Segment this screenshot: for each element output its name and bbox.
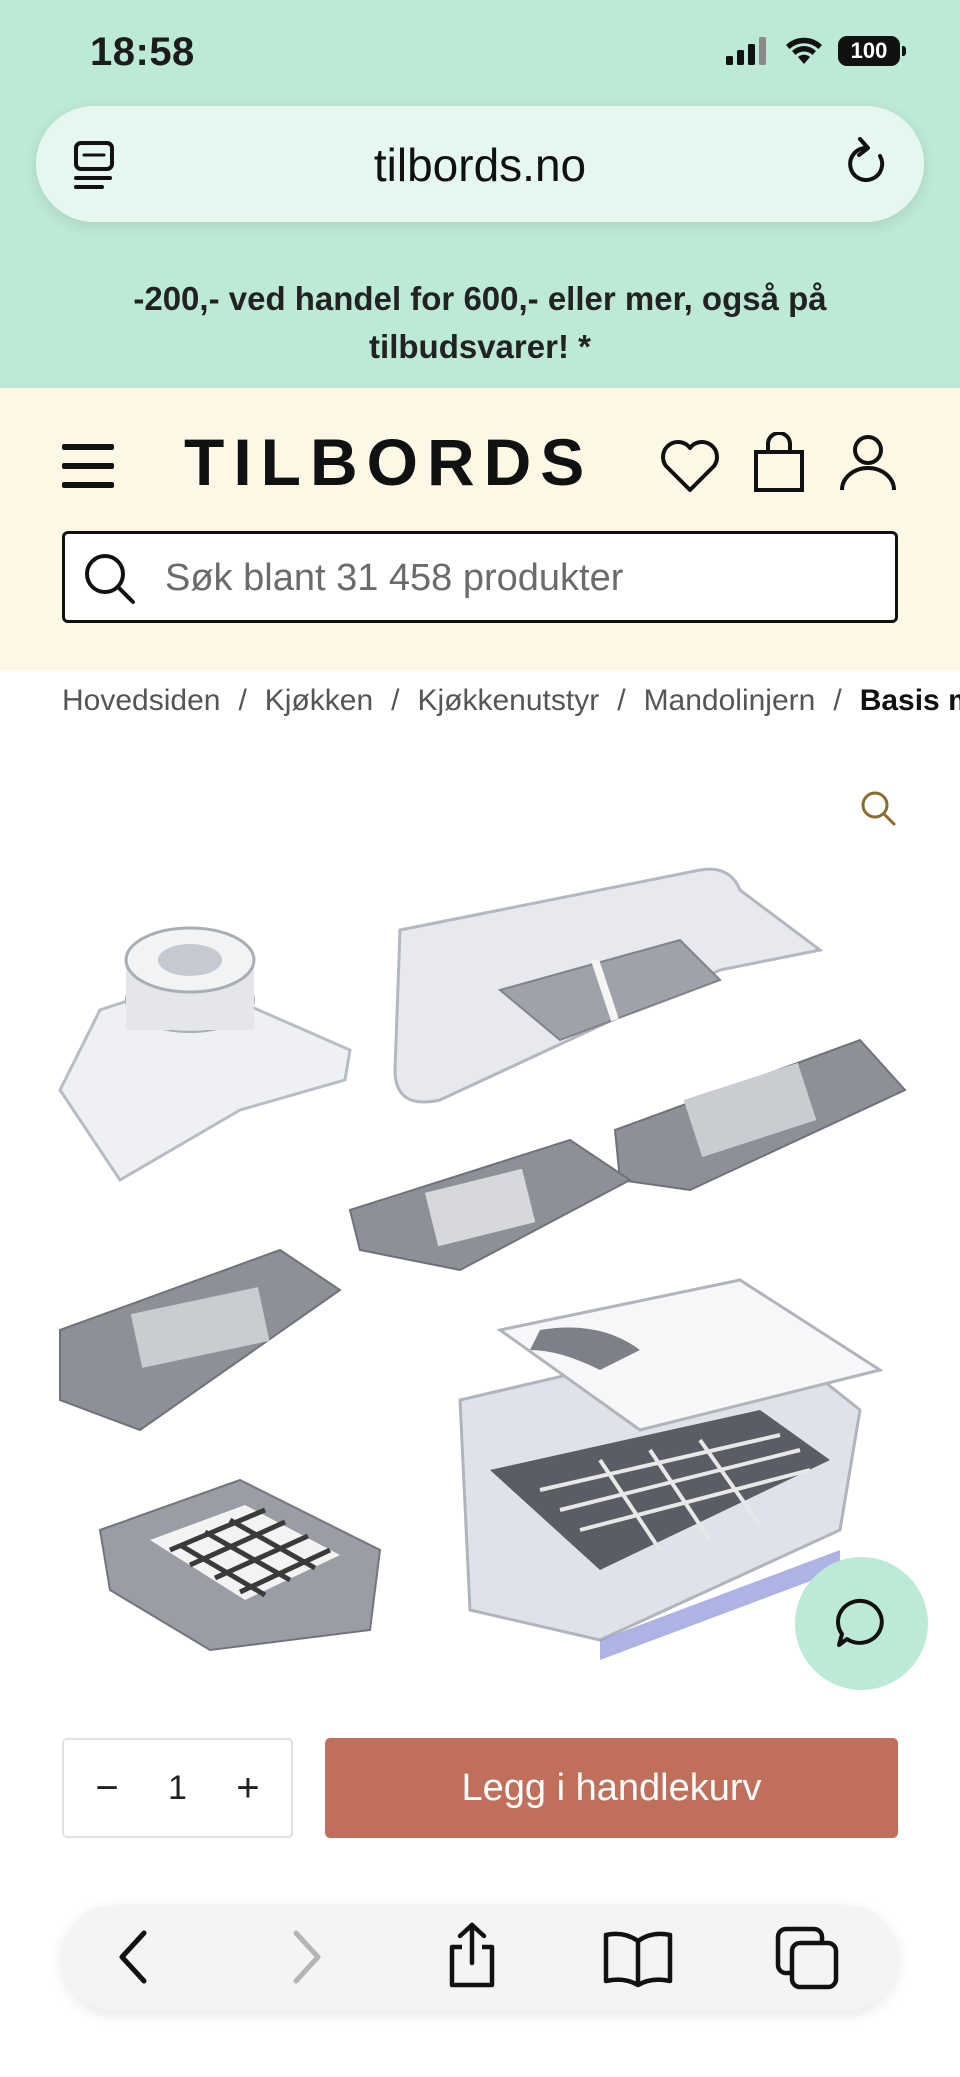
quantity-stepper: − 1 + [62,1738,293,1838]
breadcrumb-separator: / [833,684,842,717]
chat-icon [835,1598,884,1647]
dicing-insert [98,1478,382,1652]
tabs-icon[interactable] [774,1925,842,1991]
breadcrumb-item-mandolines[interactable]: Mandolinjern [644,684,816,717]
breadcrumb-separator: / [617,684,626,717]
user-icon[interactable] [838,432,898,492]
search-box[interactable] [62,531,898,623]
promo-banner: -200,- ved handel for 600,- eller mer, o… [0,250,960,388]
status-time: 18:58 [90,30,195,74]
url-text[interactable]: tilbords.no [36,138,924,192]
grater-blade-right [613,1038,907,1192]
chat-button[interactable] [795,1557,928,1690]
add-to-cart-button[interactable]: Legg i handlekurv [325,1738,898,1838]
browser-address-area: tilbords.no [0,100,960,250]
site-header: TILBORDS [0,388,960,671]
bookmarks-icon[interactable] [602,1929,674,1989]
breadcrumb: Hovedsiden / Kjøkken / Kjøkkenutstyr / Mandoli… [62,684,960,724]
reload-icon[interactable] [842,136,890,188]
address-bar[interactable]: tilbords.no [36,106,924,222]
status-bar: 18:58 100 [0,0,960,100]
grater-blade-left [59,1248,342,1432]
spiral-cutter [58,926,352,1183]
back-icon[interactable] [112,1927,156,1987]
search-icon [85,554,135,604]
breadcrumb-separator: / [238,684,247,717]
wifi-icon [786,37,822,64]
breadcrumb-item-home[interactable]: Hovedsiden [62,684,220,717]
bag-icon[interactable] [752,432,806,494]
breadcrumb-separator: / [391,684,400,717]
site-logo[interactable]: TILBORDS [184,424,593,500]
quantity-decrease-button[interactable]: − [92,1766,122,1811]
status-icons: 100 [726,36,906,66]
quantity-increase-button[interactable]: + [233,1766,263,1811]
heart-icon[interactable] [658,436,722,494]
battery-indicator: 100 [838,36,906,66]
slicer-board [393,867,824,1104]
signal-icon [726,37,766,65]
share-icon[interactable] [442,1921,502,1991]
product-image[interactable] [40,850,920,1670]
quantity-value[interactable]: 1 [168,1769,187,1808]
zoom-icon[interactable] [858,788,898,828]
grater-blade-center [348,1138,632,1272]
breadcrumb-item-kitchen[interactable]: Kjøkken [265,684,373,717]
breadcrumb-current: Basis ma [859,684,960,717]
menu-icon[interactable] [62,444,114,488]
forward-icon[interactable] [284,1927,328,1987]
browser-toolbar [62,1905,898,2011]
search-input[interactable] [165,550,865,606]
breadcrumb-item-kitchen-equipment[interactable]: Kjøkkenutstyr [418,684,600,717]
